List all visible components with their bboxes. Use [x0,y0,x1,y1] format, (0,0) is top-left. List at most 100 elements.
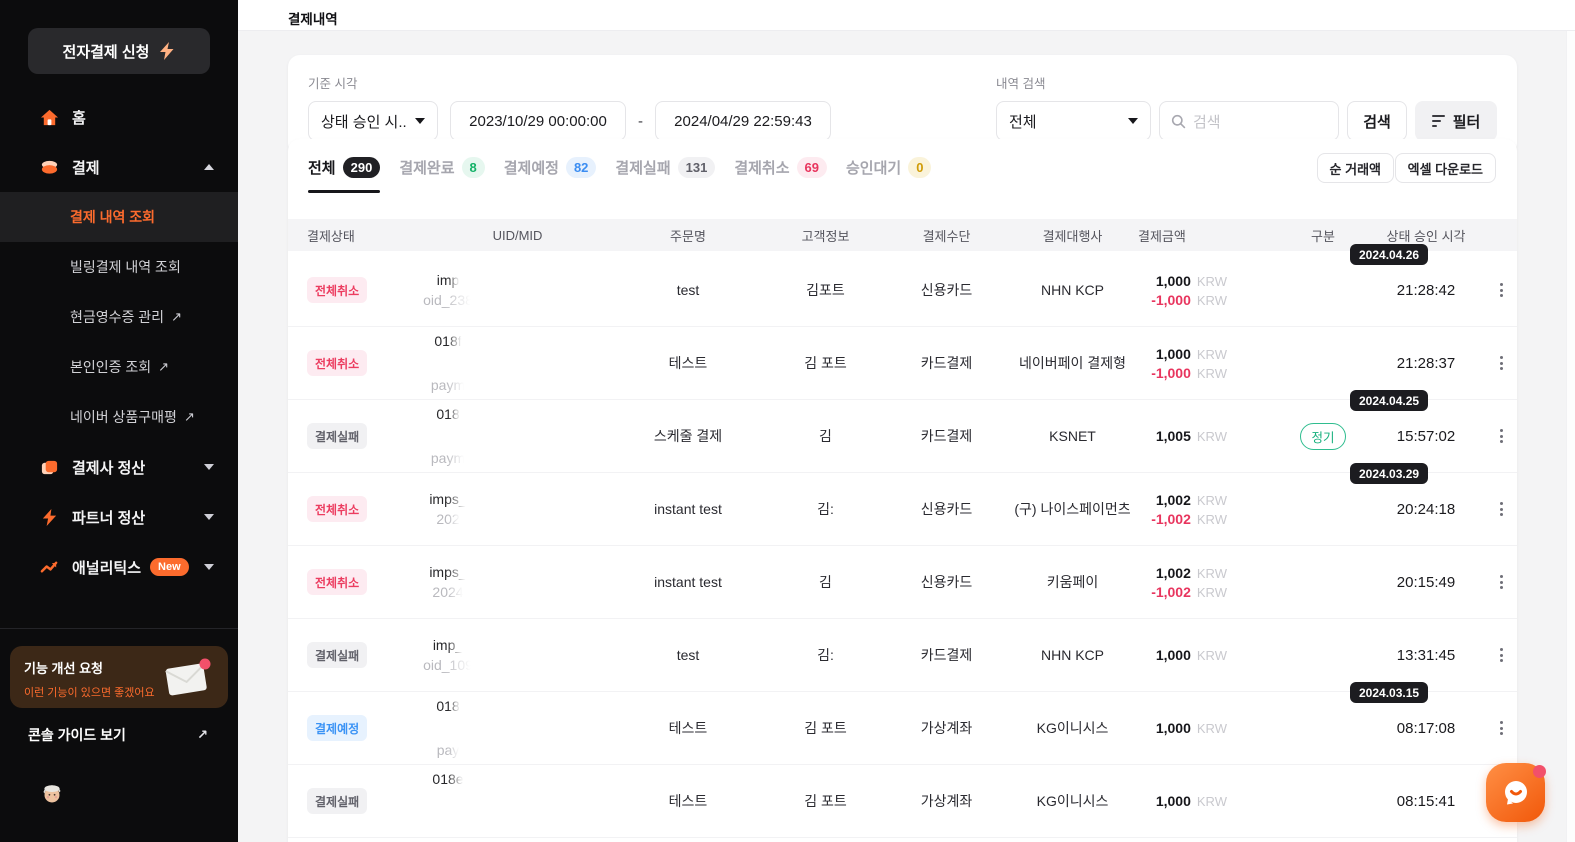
currency-label: KRW [1197,585,1227,600]
amount-line: 1,000KRW [1156,273,1227,289]
uid-mid-cell: 018pay [382,698,514,758]
sidebar-item-billing-history[interactable]: 빌링결제 내역 조회 [0,242,238,292]
range-separator: - [638,113,643,130]
chevron-down-icon [204,564,214,570]
tab-item[interactable]: 결제실패131 [615,157,715,180]
cancel-amount-value: -1,000 [1151,365,1191,381]
status-badge: 전체취소 [307,496,367,522]
order-name-cell: 스케줄 결제 [611,426,765,446]
approved-time-cell: 20:15:49 [1380,574,1472,591]
amount-cell: 1,000KRW-1,000KRW [1151,346,1266,381]
filter-button[interactable]: 필터 [1415,101,1497,141]
avatar[interactable] [40,781,64,805]
amount-cell: 1,005KRW [1156,428,1266,444]
row-menu-button[interactable] [1495,278,1508,302]
sidebar-item-cash-receipt[interactable]: 현금영수증 관리 ↗ [0,292,238,342]
time-filter-label: 기준 시각 [308,73,831,92]
time-type-select[interactable]: 상태 승인 시... [308,101,438,141]
order-name-cell: 테스트 [611,353,765,373]
uid-line: 018f [434,333,461,349]
tab-item[interactable]: 결제완료8 [399,157,484,180]
amount-value: 1,005 [1156,428,1191,444]
amount-cell: 1,002KRW-1,002KRW [1151,492,1266,527]
tab-item[interactable]: 결제예정 82 [504,157,597,180]
method-cell: 가상계좌 [886,718,1007,738]
cancel-amount-line: -1,002KRW [1151,584,1227,600]
sidebar-item-label: 파트너 정산 [72,507,204,528]
sidebar-item-analytics[interactable]: 애널리틱스 New [0,542,238,592]
row-menu-button[interactable] [1495,716,1508,740]
tab-count-badge: 131 [678,157,716,178]
approved-time-cell: 21:28:37 [1380,355,1472,372]
customer-cell: 김포트 [765,280,886,300]
status-cell: 전체취소 [288,569,367,595]
excel-download-button[interactable]: 엑셀 다운로드 [1395,153,1496,183]
uid-line: imps_ [429,564,466,580]
status-badge: 결제실패 [307,788,367,814]
amount-line: 1,005KRW [1156,428,1227,444]
tab-item[interactable]: 결제취소69 [734,157,827,180]
status-cell: 결제예정 [288,715,367,741]
status-cell: 전체취소 [288,496,367,522]
tab-label: 결제예정 [504,157,559,178]
row-menu-button[interactable] [1495,424,1508,448]
date-badge: 2024.03.29 [1350,463,1428,484]
chat-widget-button[interactable] [1486,763,1545,822]
date-from-input[interactable]: 2023/10/29 00:00:00 [450,101,626,141]
tab-item[interactable]: 전체290 [308,157,380,180]
status-cell: 전체취소 [288,350,367,376]
main-content: 결제내역 기준 시각 상태 승인 시... 2023/10/29 00:00:0… [238,0,1575,842]
console-guide-link[interactable]: 콘솔 가이드 보기 ↗ [0,722,238,748]
sidebar-item-label: 현금영수증 관리 [70,307,164,327]
time-filter-group: 기준 시각 상태 승인 시... 2023/10/29 00:00:00 - 2… [308,73,831,137]
apply-epay-button[interactable]: 전자결제 신청 [28,28,210,74]
app-root: 전자결제 신청 홈 결제 결제 내역 조회 [0,0,1575,842]
tab-label: 승인대기 [846,157,901,178]
feedback-request-card[interactable]: 기능 개선 요청 이런 기능이 있으면 좋겠어요 [10,646,228,708]
page-title: 결제내역 [288,8,338,28]
search-input[interactable]: 검색 [1159,101,1339,141]
row-menu-button[interactable] [1495,643,1508,667]
amount-value: 1,002 [1156,565,1191,581]
search-type-select[interactable]: 전체 [996,101,1151,141]
tab-count-badge: 82 [566,157,596,178]
status-tabs-bar: 전체290 결제완료8 결제예정 82 결제실패131 결제취소69 승인대기0 순 거래액… [288,139,1517,219]
column-header: 결제수단 [886,226,1007,245]
status-cell: 결제실패 [288,642,367,668]
net-amount-button[interactable]: 순 거래액 [1317,153,1394,183]
search-button[interactable]: 검색 [1347,101,1407,141]
status-tabs: 전체290 결제완료8 결제예정 82 결제실패131 결제취소69 승인대기0 [308,157,931,180]
table-row: 2024.03.15결제예정018pay테스트김 포트가상계좌KG이니시스1,0… [288,692,1517,765]
payments-table-card: 전체290결제완료8결제예정82결제실패131결제취소69승인대기0 순 거래액… [288,139,1517,842]
uid-mid-cell: imp_oid_109 [382,637,514,673]
sidebar-item-naver-review[interactable]: 네이버 상품구매평 ↗ [0,392,238,442]
sidebar-item-partner-settlement[interactable]: 파트너 정산 [0,492,238,542]
row-menu-button[interactable] [1495,570,1508,594]
table-row: 전체취소018fpaym테스트김 포트카드결제네이버페이 결제형1,000KRW… [288,327,1517,400]
row-menu-button[interactable] [1495,351,1508,375]
sidebar-item-home[interactable]: 홈 [0,92,238,142]
sidebar-item-payment[interactable]: 결제 [0,142,238,192]
date-to-input[interactable]: 2024/04/29 22:59:43 [655,101,831,141]
sidebar-nav: 홈 결제 결제 내역 조회 빌링결제 내역 조회 현금영수증 관리 ↗ [0,92,238,592]
order-name-cell: test [611,647,765,663]
sidebar-item-identity-verification[interactable]: 본인인증 조회 ↗ [0,342,238,392]
apply-epay-label: 전자결제 신청 [63,41,150,62]
table-row: 결제실패imp_oid_109test김:카드결제NHN KCP1,000KRW… [288,619,1517,692]
column-header: 고객정보 [765,226,886,245]
sidebar-item-pg-settlement[interactable]: 결제사 정산 [0,442,238,492]
mid-line: oid_109 [423,657,473,673]
uid-line: 018e [432,771,463,787]
customer-cell: 김 [765,572,886,592]
row-menu-button[interactable] [1495,497,1508,521]
external-link-icon: ↗ [184,409,195,425]
uid-mid-cell: impoid_238 [382,272,514,308]
column-header: 상태 승인 시각 [1380,226,1472,245]
tab-item[interactable]: 승인대기0 [846,157,931,180]
cancel-amount-value: -1,000 [1151,292,1191,308]
sidebar-item-payment-history[interactable]: 결제 내역 조회 [0,192,238,242]
scrollbar-track[interactable] [1566,31,1575,842]
order-name-cell: test [611,282,765,298]
cancel-amount-line: -1,000KRW [1151,365,1227,381]
currency-label: KRW [1197,794,1227,809]
